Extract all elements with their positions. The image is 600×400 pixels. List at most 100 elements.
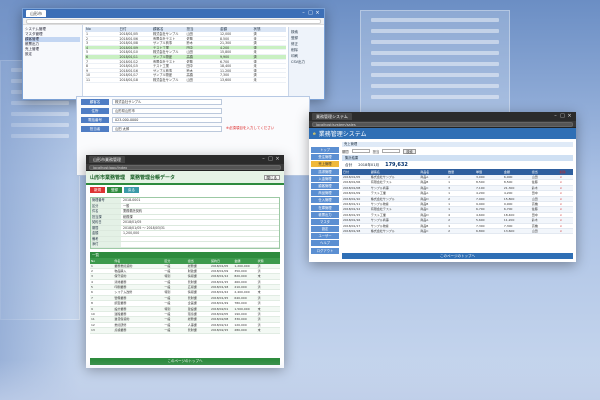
table-cell: 7,300 [475,223,485,228]
field-input[interactable]: 山田 太郎 [112,125,222,132]
nav-item[interactable]: 売上管理 [311,161,339,168]
nav-item[interactable]: 入金管理 [311,175,339,182]
field-input[interactable]: 一般 [121,204,279,209]
table-cell: 4 [91,279,93,284]
table-cell: 2018/02/08 [211,317,229,322]
maximize-icon[interactable]: □ [307,10,314,17]
nav-item[interactable]: 在庫管理 [311,204,339,211]
address-bar[interactable]: localhost/app/index [89,164,281,170]
table-cell: 高橋 [186,73,193,77]
field-input[interactable]: 1,200,000 [121,231,279,236]
table-cell: 山田 [186,50,193,54]
table-cell: 一般 [164,312,171,317]
list-window-toolbar [23,18,324,25]
field-input[interactable]: 023-000-0000 [112,116,222,123]
table-cell: 未 [257,306,261,311]
table-cell: 13,600 [220,77,232,82]
field-input[interactable] [121,242,279,247]
table-cell: 6 [91,290,93,295]
delete-icon[interactable]: × [559,186,573,190]
field-input[interactable]: 2018/01/05 [121,220,279,225]
new-button[interactable]: 新規 [90,187,105,193]
minimize-icon[interactable]: – [552,113,559,120]
field-input[interactable]: 総務課 [121,215,279,220]
staff-select[interactable] [382,149,401,153]
sales-window-tab[interactable]: 業務管理システム [312,113,352,120]
minimize-icon[interactable]: – [300,10,307,17]
table-cell: 2018/01/12 [211,274,229,279]
nav-item[interactable]: 商品管理 [311,190,339,197]
maximize-icon[interactable]: □ [267,156,274,163]
field-input[interactable] [121,237,279,242]
nav-item[interactable]: 受注管理 [311,154,339,161]
nav-item[interactable]: ユーザー [311,233,339,240]
form-row: 顧客名 株式会社サンプル [77,97,309,106]
nav-item[interactable]: 仕入管理 [311,197,339,204]
field-label: 契約日 [91,220,121,225]
table-cell: 4 [86,45,89,50]
back-button[interactable]: 戻る [124,187,139,193]
list-window-address[interactable] [26,18,321,24]
table-cell: 商品A [420,175,429,179]
list-window-titlebar: 山形市 – □ × [23,9,324,18]
delete-icon[interactable]: × [559,207,573,211]
table-cell: 2018/01/12 [119,59,138,64]
table-cell: 特別 [164,274,171,279]
close-icon[interactable]: × [274,156,281,163]
table-cell: サンプル商事 [370,185,389,190]
delete-icon[interactable]: × [559,197,573,201]
field-input[interactable]: 2018-0001 [121,198,279,203]
search-button[interactable]: 検索 [403,148,416,154]
delete-icon[interactable]: × [559,175,573,179]
delete-icon[interactable]: × [559,229,573,233]
delete-icon[interactable]: × [559,218,573,222]
list-window-tab[interactable]: 山形市 [26,10,46,17]
table-cell: 企画課 [187,301,197,306]
table-cell: 10 [86,73,91,77]
table-cell: 山田 [186,77,193,82]
delete-icon[interactable]: × [559,180,573,184]
maximize-icon[interactable]: □ [559,113,566,120]
nav-item[interactable]: 請求管理 [311,168,339,175]
table-cell: 済 [257,285,261,290]
green-window-tab[interactable]: 山形市業務管理 [89,156,125,163]
field-input[interactable]: 業務委託契約 [121,209,279,214]
nav-item[interactable]: ログアウト [311,247,339,254]
register-button[interactable]: 登録 [107,187,122,193]
delete-icon[interactable]: × [559,213,573,217]
nav-item[interactable]: 顧客管理 [311,182,339,189]
nav-item[interactable]: マスタ [311,218,339,225]
form-row: 添付 [91,242,279,248]
close-icon[interactable]: × [566,113,573,120]
field-input[interactable]: 2018/01/05 ～ 2018/03/31 [121,226,279,231]
table-row[interactable]: 11 2018/01/18 株式会社サンプル 山田 13,600 未 [85,78,286,83]
table-cell: 2018/01/11 [119,54,138,59]
table-cell: サンプル商事 [370,218,389,223]
table-row[interactable]: 2018/01/18 株式会社サンプル 商品C 2 6,800 13,600 山田 × [342,228,573,235]
table-cell: 佐藤 [186,36,193,41]
table-cell: 4,600 [475,212,485,217]
close-icon[interactable]: × [314,10,321,17]
sales-window-urlbar: localhost/system/sales [309,121,576,128]
tree-item[interactable]: 設定 [25,52,80,57]
field-input[interactable]: 山形県山形市 [112,107,222,114]
close-button[interactable]: 閉じる [263,174,280,180]
nav-item[interactable]: 帳票出力 [311,211,339,218]
delete-icon[interactable]: × [559,224,573,228]
table-cell: 済 [253,54,257,59]
nav-item[interactable]: ヘルプ [311,240,339,247]
delete-icon[interactable]: × [559,191,573,195]
table-cell: 株式会社サンプル [153,77,179,82]
delete-icon[interactable]: × [559,202,573,206]
page-top-link[interactable]: このページのトップへ [342,253,573,259]
table-row[interactable]: 13 点検業務 一般 管財課 2018/02/15 280,000 未 [90,328,280,334]
table-cell: 有限会社テスト [370,180,392,185]
nav-item[interactable]: トップ [311,147,339,153]
form-row: 住所 山形県山形市 [77,106,309,115]
field-input[interactable]: 株式会社サンプル [112,98,222,105]
address-bar[interactable]: localhost/system/sales [312,121,573,127]
minimize-icon[interactable]: – [260,156,267,163]
nav-item[interactable]: 設定 [311,226,339,233]
period-input[interactable] [351,149,370,153]
action-csv[interactable]: CSV出力 [291,59,322,65]
